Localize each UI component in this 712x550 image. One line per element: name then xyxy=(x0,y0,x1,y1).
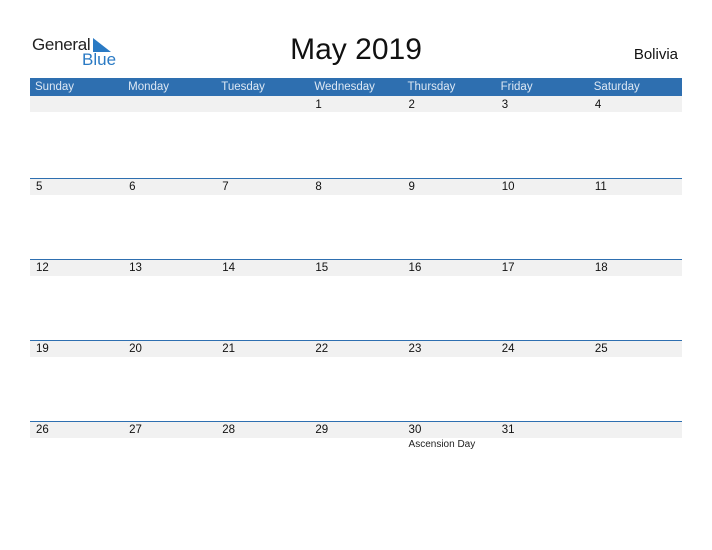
day-cell[interactable]: 13 xyxy=(123,259,216,340)
day-number: 12 xyxy=(36,262,49,274)
day-cell[interactable]: 6 xyxy=(123,178,216,259)
day-number: 16 xyxy=(408,262,422,274)
day-cell[interactable]: 23 xyxy=(403,340,496,421)
weekday-saturday: Saturday xyxy=(593,81,640,93)
week-row: 26 27 28 29 30 Ascension Day 31 xyxy=(30,421,682,502)
day-number: 29 xyxy=(315,424,329,436)
day-cell[interactable]: 31 xyxy=(496,421,589,502)
day-cell[interactable]: 25 xyxy=(589,340,682,421)
day-number: 28 xyxy=(222,424,236,436)
day-cell[interactable]: 17 xyxy=(496,259,589,340)
day-cell[interactable]: 7 xyxy=(216,178,309,259)
day-cell[interactable]: 4 xyxy=(589,96,682,177)
day-number: 22 xyxy=(315,343,329,355)
day-cell[interactable]: 26 xyxy=(30,421,123,502)
day-cell xyxy=(216,96,309,177)
day-number: 19 xyxy=(36,343,49,355)
day-number: 23 xyxy=(408,343,422,355)
day-number: 4 xyxy=(594,99,602,111)
day-number: 13 xyxy=(129,262,142,274)
day-cell[interactable]: 5 xyxy=(30,178,123,259)
day-cell xyxy=(30,96,123,177)
day-cell[interactable]: 11 xyxy=(589,178,682,259)
weekday-wednesday: Wednesday xyxy=(314,81,375,93)
weekday-monday: Monday xyxy=(128,81,170,93)
day-number: 24 xyxy=(501,343,515,355)
week-row: 19 20 21 22 23 24 25 xyxy=(30,340,682,421)
day-cell xyxy=(123,96,216,177)
day-number: 9 xyxy=(408,181,415,193)
day-cell[interactable]: 15 xyxy=(309,259,402,340)
weekday-thursday: Thursday xyxy=(407,81,456,93)
day-cell[interactable]: 8 xyxy=(309,178,402,259)
holiday-label: Ascension Day xyxy=(408,439,476,450)
day-cell xyxy=(589,421,682,502)
week-row: 12 13 14 15 16 17 18 xyxy=(30,259,682,340)
day-number: 17 xyxy=(501,262,515,274)
weekday-friday: Friday xyxy=(500,81,533,93)
day-number: 7 xyxy=(222,181,229,193)
day-number: 3 xyxy=(501,99,509,111)
day-cell[interactable]: 2 xyxy=(403,96,496,177)
day-number: 14 xyxy=(222,262,236,274)
day-cell[interactable]: 22 xyxy=(309,340,402,421)
day-number: 30 xyxy=(408,424,422,436)
weekday-tuesday: Tuesday xyxy=(221,81,265,93)
day-cell[interactable]: 28 xyxy=(216,421,309,502)
day-number: 20 xyxy=(129,343,142,355)
day-cell[interactable]: 12 xyxy=(30,259,123,340)
day-cell[interactable]: 27 xyxy=(123,421,216,502)
day-number: 18 xyxy=(594,262,608,274)
week-row: 1 2 3 4 xyxy=(30,96,682,177)
day-cell[interactable]: 1 xyxy=(309,96,402,177)
day-number: 27 xyxy=(129,424,142,436)
day-number: 25 xyxy=(594,343,608,355)
day-cell[interactable]: 19 xyxy=(30,340,123,421)
day-cell[interactable]: 21 xyxy=(216,340,309,421)
week-row: 5 6 7 8 9 10 11 xyxy=(30,178,682,259)
day-number: 31 xyxy=(501,424,515,436)
page-title: May 2019 xyxy=(290,33,422,66)
weekday-header: Sunday Monday Tuesday Wednesday Thursday Frid… xyxy=(30,78,682,96)
day-number: 10 xyxy=(501,181,515,193)
day-number: 11 xyxy=(594,181,607,193)
day-number: 15 xyxy=(315,262,329,274)
day-number: 1 xyxy=(315,99,322,111)
day-cell[interactable]: 9 xyxy=(403,178,496,259)
day-cell[interactable]: 24 xyxy=(496,340,589,421)
day-cell[interactable]: 18 xyxy=(589,259,682,340)
weekday-sunday: Sunday xyxy=(35,81,75,93)
day-number: 26 xyxy=(36,424,49,436)
day-cell[interactable]: 20 xyxy=(123,340,216,421)
day-number: 2 xyxy=(408,99,415,111)
day-number: 6 xyxy=(129,181,136,193)
day-cell[interactable]: 14 xyxy=(216,259,309,340)
country-label: Bolivia xyxy=(633,46,678,63)
day-cell[interactable]: 29 xyxy=(309,421,402,502)
day-number: 5 xyxy=(36,181,43,193)
day-cell[interactable]: 10 xyxy=(496,178,589,259)
day-cell[interactable]: 16 xyxy=(403,259,496,340)
day-number: 8 xyxy=(315,181,322,193)
day-cell[interactable]: 3 xyxy=(496,96,589,177)
day-number: 21 xyxy=(222,343,236,355)
day-cell[interactable]: 30 Ascension Day xyxy=(403,421,496,502)
